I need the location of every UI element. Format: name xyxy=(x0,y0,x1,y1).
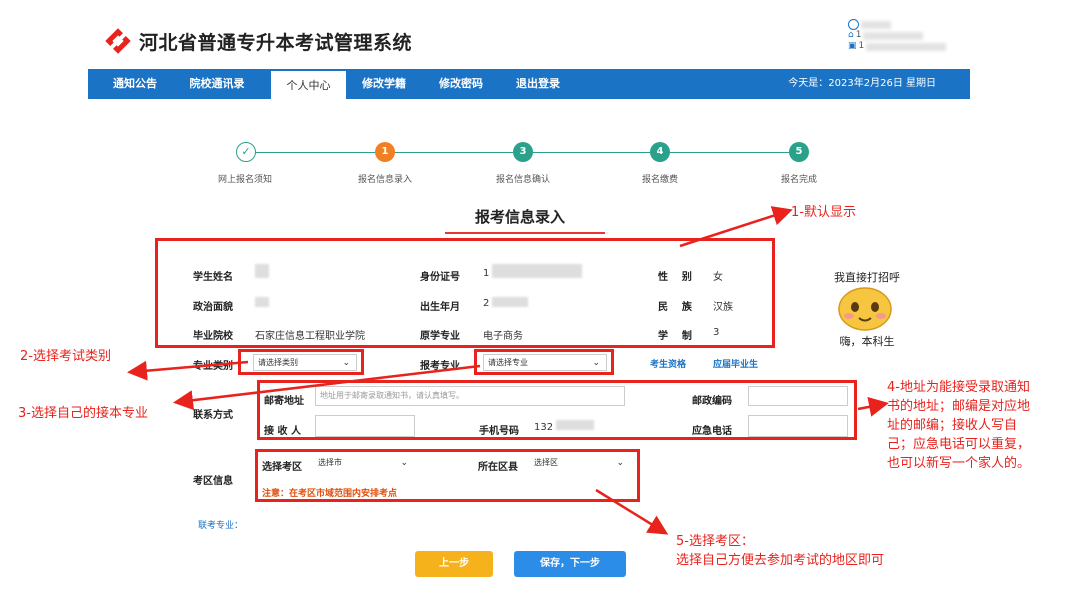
annotation-2: 2-选择考试类别 xyxy=(20,349,111,364)
annotation-4: 4-地址为能接受录取通知 书的地址；邮编是对应地 址的邮编；接收人写自 己；应急… xyxy=(887,380,1031,471)
annotation-1: 1-默认显示 xyxy=(791,205,856,220)
annotation-5: 5-选择考区： 选择自己方便去参加考试的地区即可 xyxy=(676,534,885,568)
annotation-3: 3-选择自己的接本专业 xyxy=(18,406,148,421)
annotation-arrows xyxy=(127,206,889,535)
